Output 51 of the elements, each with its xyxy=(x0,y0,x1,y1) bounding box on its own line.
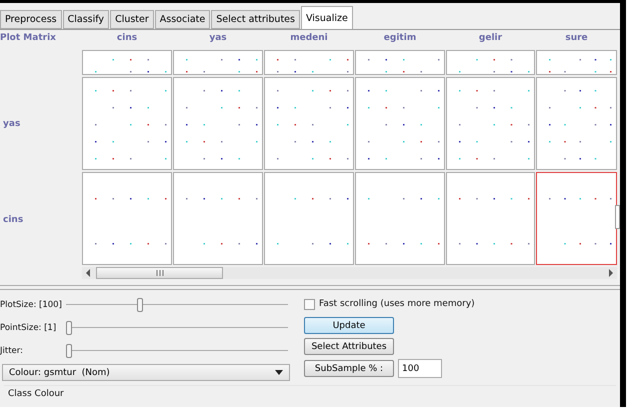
scatter-plot[interactable] xyxy=(446,172,535,265)
slider-thumb[interactable] xyxy=(137,298,144,312)
column-label: medeni xyxy=(290,33,328,43)
scatter-plot[interactable] xyxy=(173,172,263,265)
scatter-plot[interactable] xyxy=(82,77,172,170)
scatter-plot[interactable] xyxy=(82,50,172,75)
slider-label: PlotSize: [100] xyxy=(0,300,63,310)
tab[interactable]: Visualize xyxy=(300,6,353,29)
tab[interactable]: Cluster xyxy=(110,10,154,29)
class-colour-label: Class Colour xyxy=(8,389,64,399)
tab[interactable]: Associate xyxy=(154,10,210,29)
row-label: cins xyxy=(3,215,24,225)
scatter-plot[interactable] xyxy=(355,172,445,265)
scatter-plot[interactable] xyxy=(536,77,617,170)
scatter-plot[interactable] xyxy=(173,77,263,170)
dropdown-arrow-icon xyxy=(275,370,283,375)
scroll-left-icon[interactable] xyxy=(85,269,91,277)
column-label: cins xyxy=(116,33,138,43)
tab[interactable]: Select attributes xyxy=(211,10,300,29)
scatter-plot[interactable] xyxy=(446,77,535,170)
grip-icon xyxy=(156,270,164,276)
select-attributes-button[interactable]: Select Attributes xyxy=(304,338,394,355)
scatter-plot[interactable] xyxy=(355,50,445,75)
slider-thumb[interactable] xyxy=(66,320,72,334)
scatter-plot[interactable] xyxy=(173,50,263,75)
scroll-right-icon[interactable] xyxy=(608,269,614,277)
checkbox-label: Fast scrolling (uses more memory) xyxy=(319,299,475,309)
scatter-plot[interactable] xyxy=(536,172,617,265)
update-button[interactable]: Update xyxy=(304,317,394,334)
horizontal-scrollbar[interactable] xyxy=(82,267,617,279)
subsample-button[interactable]: SubSample % : xyxy=(304,360,394,377)
vertical-scrollbar[interactable] xyxy=(615,205,620,229)
scatter-plot[interactable] xyxy=(355,77,445,170)
subsample-field[interactable]: 100 xyxy=(398,359,442,378)
scatter-plot[interactable] xyxy=(264,50,354,75)
column-label: sure xyxy=(565,33,588,43)
column-label: egitim xyxy=(384,33,416,43)
row-label: yas xyxy=(3,119,20,129)
tab[interactable]: Preprocess xyxy=(0,10,62,29)
column-label: yas xyxy=(209,33,227,43)
scatter-plot[interactable] xyxy=(446,50,535,75)
scatter-plot[interactable] xyxy=(264,172,354,265)
scatter-plot[interactable] xyxy=(264,77,354,170)
tab[interactable]: Classify xyxy=(62,10,110,29)
checkbox[interactable] xyxy=(304,298,315,310)
column-label: gelir xyxy=(478,33,502,43)
slider-thumb[interactable] xyxy=(66,344,72,358)
colour-dropdown[interactable]: Colour: gsmtur (Nom) xyxy=(2,364,290,381)
plot-matrix-title: Plot Matrix xyxy=(0,33,57,45)
slider-label: PointSize: [1] xyxy=(0,322,58,332)
scatter-plot[interactable] xyxy=(536,50,617,75)
